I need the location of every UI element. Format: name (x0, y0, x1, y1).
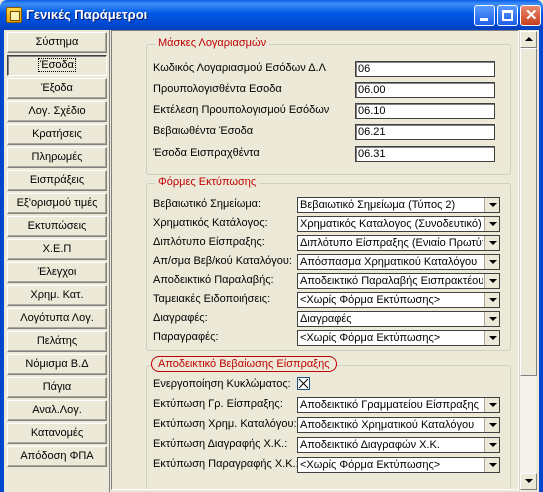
chevron-down-icon[interactable] (484, 198, 499, 212)
mask-field-revenue-account[interactable]: 06 (355, 61, 495, 77)
mask-label: Εκτέλεση Προυπολογισμού Εσόδων (153, 104, 330, 116)
form-label: Βεβαιωτικό Σημείωμα: (153, 198, 262, 210)
chevron-down-icon[interactable] (484, 331, 499, 345)
form-label: Ταμειακές Ειδοποιήσεις: (153, 293, 271, 305)
form-label: Παραγραφές: (153, 331, 219, 343)
settings-panel: Μάσκες Λογαριασμών Κωδικός Λογαριασμού Ε… (111, 30, 519, 490)
sidebar-item-checks[interactable]: Έλεγχοι (7, 262, 107, 283)
mask-label: Βεβαιωθέντα Έσοδα (153, 125, 254, 137)
form-label: Χρηματικός Κατάλογος: (153, 217, 268, 229)
scroll-up-button[interactable] (520, 31, 537, 48)
chevron-down-icon[interactable] (484, 255, 499, 269)
form-label: Διπλότυπο Είσπραξης: (153, 236, 265, 248)
window-title: Γενικές Παράμετροι (26, 7, 148, 22)
sidebar-item-currency[interactable]: Νόμισμα Β.Δ (7, 354, 107, 375)
chevron-down-icon[interactable] (484, 274, 499, 288)
receipt-select-collection-note[interactable]: Αποδεικτικό Γραμματείου Είσπραξης (297, 397, 500, 413)
maximize-button[interactable] (497, 5, 518, 26)
sidebar: Σύστημα Έσοδα Έξοδα Λογ. Σχέδιο Κρατήσει… (4, 30, 110, 492)
enable-circuit-label: Ενεργοποίηση Κυκλώματος: (153, 378, 291, 390)
mask-label: Κωδικός Λογαριασμού Εσόδων Δ.Λ (153, 62, 326, 74)
minimize-icon (480, 18, 488, 21)
sidebar-item-logos[interactable]: Λογότυπα Λογ. (7, 308, 107, 329)
form-label: Αποδεικτικό Παραλαβής: (153, 274, 274, 286)
sidebar-item-printouts[interactable]: Εκτυπώσεις (7, 216, 107, 237)
sidebar-item-analytic-accounting[interactable]: Αναλ.Λογ. (7, 400, 107, 421)
enable-circuit-checkbox[interactable] (297, 377, 310, 390)
sidebar-item-fixed-assets[interactable]: Πάγια (7, 377, 107, 398)
print-forms-group: Φόρμες Εκτύπωσης Βεβαιωτικό Σημείωμα: Βε… (146, 176, 511, 351)
chevron-down-icon[interactable] (484, 458, 499, 472)
chevron-down-icon[interactable] (484, 418, 499, 432)
sidebar-item-payments[interactable]: Πληρωμές (7, 147, 107, 168)
sidebar-item-allocations[interactable]: Κατανομές (7, 423, 107, 444)
scroll-down-button[interactable] (520, 473, 537, 490)
mask-label: Προυπολογισθέντα Εσοδα (153, 83, 282, 95)
sidebar-item-default-values[interactable]: Εξ'ορισμού τιμές (7, 193, 107, 214)
form-select-write-offs[interactable]: Διαγραφές (297, 311, 500, 327)
chevron-down-icon[interactable] (484, 236, 499, 250)
maximize-icon (502, 10, 513, 21)
sidebar-item-system[interactable]: Σύστημα (7, 32, 107, 53)
mask-field-budget-execution[interactable]: 06.10 (355, 103, 495, 119)
sidebar-item-money-catalog[interactable]: Χρημ. Κατ. (7, 285, 107, 306)
sidebar-item-deductions[interactable]: Κρατήσεις (7, 124, 107, 145)
chevron-down-icon[interactable] (484, 312, 499, 326)
form-select-collection-receipt[interactable]: Διπλότυπο Είσπραξης (Ενιαίο Πρωτύπου) (297, 235, 500, 251)
minimize-button[interactable] (474, 5, 495, 26)
close-button[interactable]: ✕ (520, 5, 541, 26)
receipt-select-prescription[interactable]: <Χωρίς Φόρμα Εκτύπωσης> (297, 457, 500, 473)
mask-field-certified-revenue[interactable]: 06.21 (355, 124, 495, 140)
masks-group-title: Μάσκες Λογαριασμών (155, 37, 270, 49)
chevron-down-icon[interactable] (484, 217, 499, 231)
form-select-catalog-extract[interactable]: Απόσπασμα Χρηματικού Καταλόγου (297, 254, 500, 270)
close-icon: ✕ (525, 7, 538, 24)
scroll-thumb[interactable] (520, 48, 537, 376)
sidebar-item-collections[interactable]: Εισπράξεις (7, 170, 107, 191)
chevron-down-icon[interactable] (484, 293, 499, 307)
sidebar-item-customer[interactable]: Πελάτης (7, 331, 107, 352)
receipt-select-money-catalog[interactable]: Αποδεικτικό Χρηματικού Καταλόγου (297, 417, 500, 433)
sidebar-item-vat-return[interactable]: Απόδοση ΦΠΑ (7, 446, 107, 467)
app-icon (6, 7, 22, 23)
mask-field-budgeted-revenue[interactable]: 06.00 (355, 82, 495, 98)
print-forms-group-title: Φόρμες Εκτύπωσης (155, 176, 260, 188)
masks-group: Μάσκες Λογαριασμών Κωδικός Λογαριασμού Ε… (146, 37, 511, 175)
mask-label: Έσοδα Εισπραχθέντα (153, 147, 260, 159)
receipt-form-label: Εκτύπωση Παραγραφής Χ.Κ.: (153, 458, 299, 470)
sidebar-item-xep[interactable]: Χ.Ε.Π (7, 239, 107, 260)
form-select-money-catalog[interactable]: Χρηματικός Καταλογος (Συνοδευτικό) (297, 216, 500, 232)
window-frame-right (539, 30, 543, 492)
receipt-form-label: Εκτύπωση Διαγραφής Χ.Κ.: (153, 438, 288, 450)
form-select-prescriptions[interactable]: <Χωρίς Φόρμα Εκτύπωσης> (297, 330, 500, 346)
sidebar-item-revenue[interactable]: Έσοδα (7, 55, 107, 76)
form-select-delivery-receipt[interactable]: Αποδεικτικό Παραλαβής Εισπρακτέου (297, 273, 500, 289)
chevron-down-icon[interactable] (484, 398, 499, 412)
form-label: Απ/σμα Βεβ/κού Καταλόγου: (153, 255, 292, 267)
mask-field-collected-revenue[interactable]: 06.31 (355, 146, 495, 162)
sidebar-item-expenses[interactable]: Έξοδα (7, 78, 107, 99)
title-bar[interactable]: Γενικές Παράμετροι ✕ (0, 0, 543, 30)
vertical-scrollbar[interactable] (519, 31, 537, 490)
form-label: Διαγραφές: (153, 312, 208, 324)
sidebar-item-chart-of-accounts[interactable]: Λογ. Σχέδιο (7, 101, 107, 122)
receipt-certificate-group: Αποδεικτικό Βεβαίωσης Είσπραξης Ενεργοπο… (146, 356, 511, 489)
receipt-select-write-off[interactable]: Αποδεικτικό Διαγραφών Χ.Κ. (297, 437, 500, 453)
receipt-certificate-group-title: Αποδεικτικό Βεβαίωσης Είσπραξης (151, 356, 337, 372)
receipt-form-label: Εκτύπωση Χρημ. Καταλόγου: (153, 418, 297, 430)
receipt-form-label: Εκτύπωση Γρ. Είσπραξης: (153, 398, 283, 410)
chevron-down-icon[interactable] (484, 438, 499, 452)
form-select-certificate-note[interactable]: Βεβαιωτικό Σημείωμα (Τύπος 2) (297, 197, 500, 213)
form-select-cash-notices[interactable]: <Χωρίς Φόρμα Εκτύπωσης> (297, 292, 500, 308)
